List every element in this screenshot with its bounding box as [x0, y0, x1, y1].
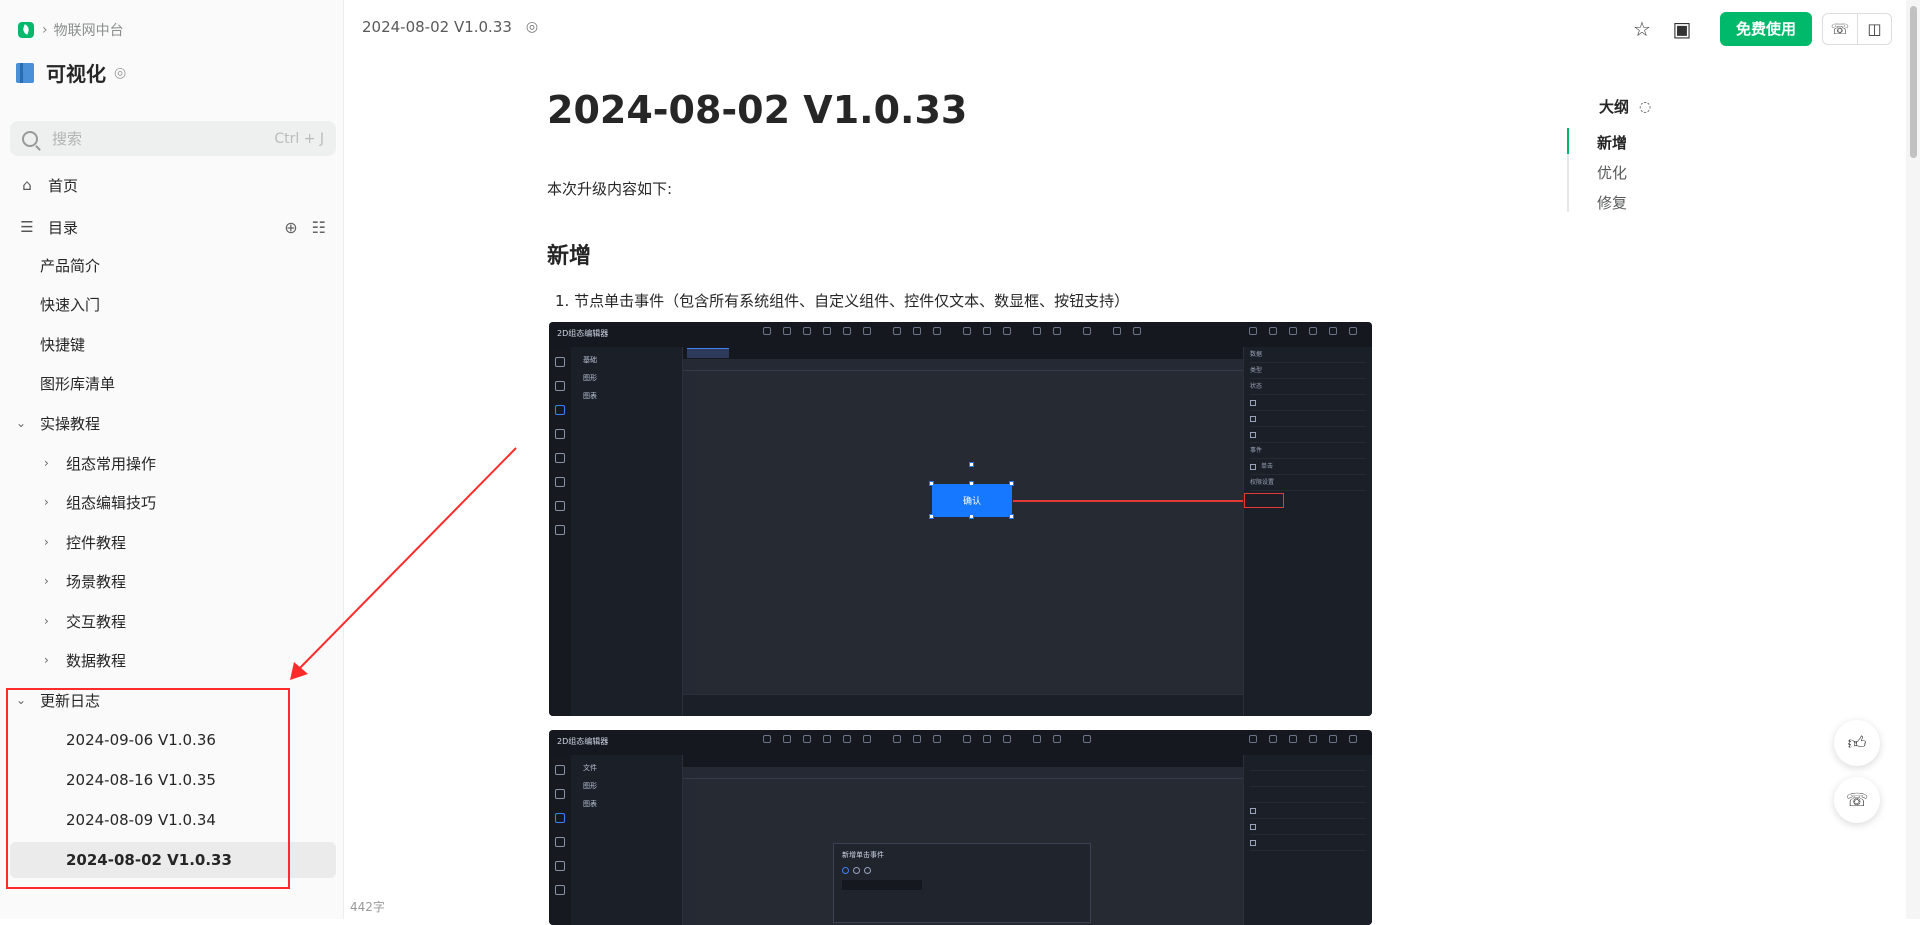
- chevron-down-icon[interactable]: ⌄: [16, 416, 26, 430]
- editor-tabbar: [683, 755, 1243, 767]
- editor-vertical-ruler: [683, 779, 695, 925]
- sidebar: › 物联网中台 可视化 ◎ 搜索 Ctrl + J ⌂ 首页 ☰ 目录 ⊕ ☷ …: [0, 0, 344, 919]
- doc-title: 2024-08-02 V1.0.33: [547, 88, 968, 132]
- outline-item-optimize[interactable]: 优化: [1597, 162, 1627, 183]
- editor-component-tree: 文件 图形 图表: [571, 755, 683, 925]
- editor-left-rail: [549, 755, 571, 925]
- comment-icon[interactable]: ☏: [1823, 14, 1857, 44]
- thumbs-up-icon: 👍︎: [1847, 733, 1867, 754]
- sidebar-item-tutorial-data[interactable]: › 数据教程: [0, 643, 344, 677]
- search-icon: [22, 130, 38, 147]
- collapse-all-icon[interactable]: ☷: [312, 218, 326, 237]
- header-doc-title: 2024-08-02 V1.0.33: [362, 18, 512, 36]
- catalog-tools: ⊕ ☷: [284, 218, 326, 237]
- outline-title: 大纲: [1599, 98, 1630, 116]
- view-toggle: ☏ ◫: [1822, 13, 1892, 45]
- search-shortcut: Ctrl + J: [274, 130, 324, 147]
- editor-title: 2D组态编辑器: [557, 737, 609, 746]
- present-icon[interactable]: ▣: [1666, 13, 1698, 45]
- outline-header: 大纲 ◌: [1599, 96, 1651, 117]
- free-use-button[interactable]: 免费使用: [1719, 12, 1812, 46]
- section-heading-new: 新增: [547, 244, 592, 269]
- outline: 大纲 ◌ 新增 优化 修复: [1567, 96, 1651, 212]
- comment-button[interactable]: ☏: [1834, 777, 1880, 823]
- chevron-right-icon[interactable]: ›: [44, 614, 49, 628]
- sidebar-item-tutorial-edit[interactable]: › 组态编辑技巧: [0, 485, 344, 519]
- sidebar-item-catalog[interactable]: ☰ 目录 ⊕ ☷: [0, 210, 344, 244]
- sidebar-item-quickstart[interactable]: 快速入门: [0, 287, 344, 321]
- outline-track: [1567, 128, 1569, 212]
- chevron-right-icon[interactable]: ›: [44, 495, 49, 509]
- visibility-icon[interactable]: ◎: [114, 65, 126, 81]
- outline-item-fix[interactable]: 修复: [1597, 192, 1627, 213]
- search-input[interactable]: 搜索 Ctrl + J: [10, 121, 336, 156]
- scrollbar[interactable]: [1906, 0, 1920, 919]
- breadcrumb[interactable]: › 物联网中台: [18, 20, 124, 40]
- search-placeholder: 搜索: [52, 130, 83, 148]
- outline-active-indicator: [1567, 128, 1569, 154]
- locate-icon[interactable]: ⊕: [284, 218, 297, 237]
- sidebar-item-intro[interactable]: 产品简介: [0, 248, 344, 282]
- like-button[interactable]: 👍︎: [1834, 720, 1880, 766]
- chevron-right-icon[interactable]: ›: [44, 456, 49, 470]
- editor-toolbar: 2D组态编辑器: [549, 730, 1372, 755]
- chevron-right-icon[interactable]: ›: [44, 535, 49, 549]
- header-actions: ☆ ▣ 免费使用 ☏ ◫: [1618, 12, 1892, 46]
- editor-ruler: [683, 767, 1243, 779]
- book-title[interactable]: 可视化: [46, 58, 106, 87]
- sidebar-item-tutorial-ops[interactable]: › 组态常用操作: [0, 446, 344, 480]
- sidebar-item-tutorial-controls[interactable]: › 控件教程: [0, 525, 344, 559]
- screenshot-editor-2[interactable]: 2D组态编辑器 文件 图形 图表 新增单击事件: [549, 730, 1372, 925]
- sidebar-item-tutorial[interactable]: ⌄ 实操教程: [0, 406, 344, 440]
- doc-header-title: 2024-08-02 V1.0.33 ◎: [362, 18, 538, 36]
- editor-tabbar: [683, 347, 1243, 359]
- editor-canvas: [695, 371, 1243, 694]
- word-count: 442字: [350, 900, 385, 914]
- screenshot-editor-1[interactable]: 2D组态编辑器 基础 图形 图表 确认 数据 类型 状态 事件 单击 权限设置: [549, 322, 1372, 716]
- chevron-right-icon: ›: [42, 22, 48, 38]
- sidebar-item-library[interactable]: 图形库清单: [0, 366, 344, 400]
- home-icon: ⌂: [22, 176, 32, 194]
- list-item: 1. 节点单击事件（包含所有系统组件、自定义组件、控件仅文本、数显框、按钮支持）: [555, 292, 1130, 310]
- sidebar-item-home[interactable]: ⌂ 首页: [0, 168, 344, 202]
- catalog-icon: ☰: [20, 218, 34, 236]
- event-dialog: 新增单击事件: [833, 843, 1091, 923]
- scrollbar-thumb[interactable]: [1910, 6, 1917, 158]
- star-icon[interactable]: ☆: [1626, 13, 1658, 45]
- chevron-right-icon[interactable]: ›: [44, 574, 49, 588]
- doc-intro: 本次升级内容如下:: [547, 180, 673, 198]
- editor-properties-panel: 数据 类型 状态 事件 单击 权限设置: [1243, 347, 1372, 716]
- sidebar-item-label: 首页: [48, 176, 79, 195]
- book-icon: [16, 62, 34, 83]
- editor-ruler: [683, 359, 1243, 371]
- chevron-right-icon[interactable]: ›: [44, 653, 49, 667]
- app-logo-icon: [18, 22, 34, 38]
- editor-left-rail: [549, 347, 571, 716]
- breadcrumb-parent[interactable]: 物联网中台: [54, 20, 124, 40]
- panel-toggle-icon[interactable]: ◫: [1857, 14, 1891, 44]
- sidebar-item-label: 目录: [48, 218, 79, 237]
- sidebar-item-tutorial-scenes[interactable]: › 场景教程: [0, 564, 344, 598]
- canvas-confirm-button: 确认: [932, 484, 1012, 517]
- editor-component-tree: 基础 图形 图表: [571, 347, 683, 716]
- comment-icon: ☏: [1845, 789, 1869, 811]
- visibility-icon[interactable]: ◎: [526, 19, 538, 35]
- event-highlight-box: [1244, 493, 1284, 508]
- sidebar-item-tutorial-interaction[interactable]: › 交互教程: [0, 604, 344, 638]
- editor-vertical-ruler: [683, 371, 695, 694]
- book-header: 可视化 ◎: [16, 58, 126, 87]
- editor-title: 2D组态编辑器: [557, 329, 609, 338]
- outline-item-new[interactable]: 新增: [1597, 132, 1627, 153]
- editor-statusbar: [683, 694, 1243, 716]
- sidebar-item-shortcuts[interactable]: 快捷键: [0, 327, 344, 361]
- editor-properties-panel: [1243, 755, 1372, 925]
- hide-outline-icon[interactable]: ◌: [1639, 99, 1651, 115]
- highlight-box: [6, 688, 290, 889]
- dialog-title: 新增单击事件: [842, 851, 884, 859]
- editor-toolbar: 2D组态编辑器: [549, 322, 1372, 347]
